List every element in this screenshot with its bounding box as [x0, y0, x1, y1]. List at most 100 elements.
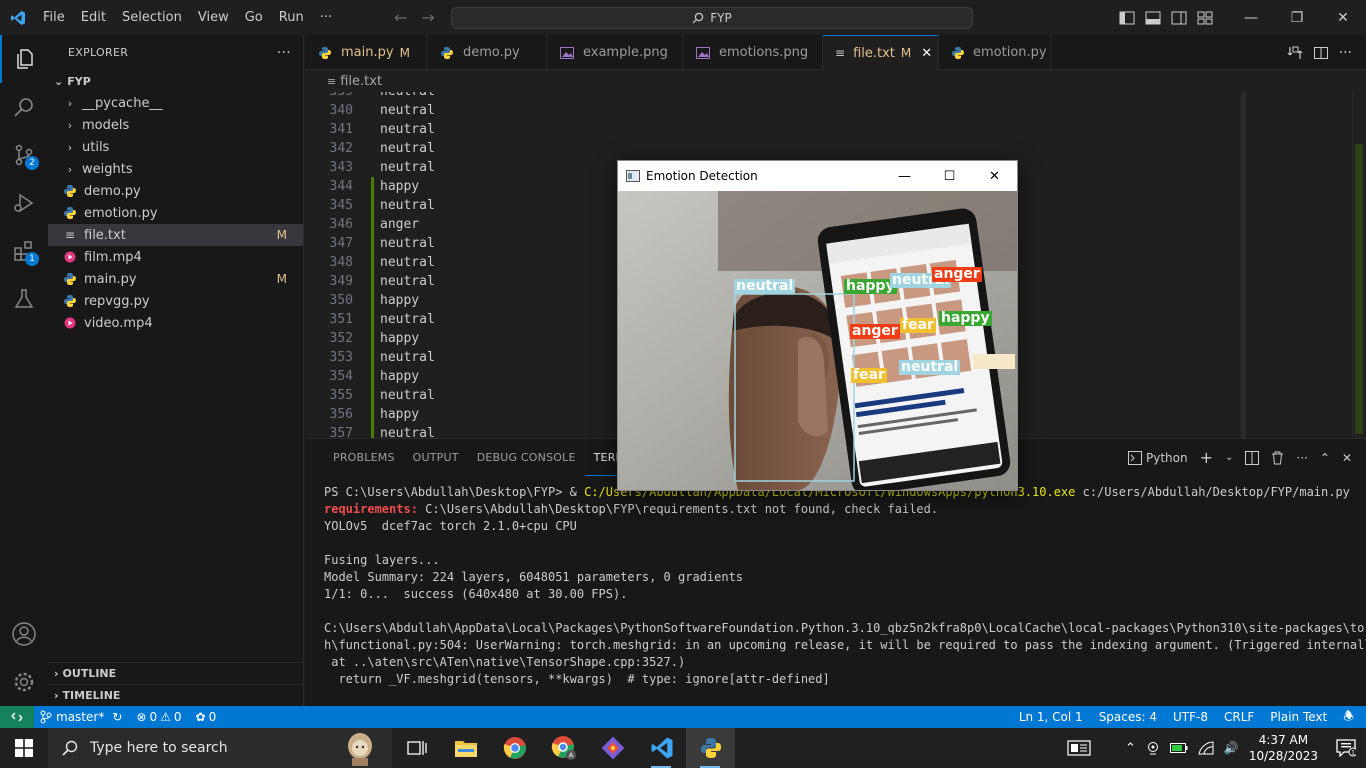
file-explorer-icon[interactable]: [441, 728, 490, 768]
editor-tab[interactable]: example.png: [547, 35, 683, 70]
more-actions-icon[interactable]: ···: [1296, 451, 1307, 465]
chevron-up-icon[interactable]: ⌃: [1125, 741, 1136, 756]
menu-selection[interactable]: Selection: [114, 0, 190, 35]
editor-tab[interactable]: emotion.py: [939, 35, 1051, 70]
language-mode[interactable]: Plain Text: [1270, 710, 1327, 724]
file-tree-item[interactable]: › utils: [48, 136, 303, 158]
emotion-detection-window[interactable]: Emotion Detection — ☐ ✕ neutral happy ne…: [617, 160, 1018, 491]
maximize-button[interactable]: ☐: [927, 161, 972, 191]
minimap[interactable]: [1241, 92, 1246, 438]
minimize-button[interactable]: —: [1228, 0, 1274, 35]
file-tree-item[interactable]: ≡ file.txt M: [48, 224, 303, 246]
toggle-secondary-sidebar-icon[interactable]: [1166, 0, 1192, 35]
terminal-shell-selector[interactable]: Python: [1128, 450, 1188, 465]
encoding[interactable]: UTF-8: [1173, 710, 1208, 724]
battery-icon[interactable]: [1169, 742, 1188, 754]
file-tree-item[interactable]: › models: [48, 114, 303, 136]
outline-section[interactable]: › OUTLINE: [48, 662, 304, 684]
menu-edit[interactable]: Edit: [73, 0, 114, 35]
search-icon[interactable]: [0, 83, 48, 131]
customize-layout-icon[interactable]: [1192, 0, 1218, 35]
editor-tab[interactable]: demo.py: [427, 35, 547, 70]
folder-root[interactable]: ⌄ FYP: [48, 70, 303, 92]
compare-changes-icon[interactable]: [1287, 45, 1303, 61]
python-taskbar-icon[interactable]: [686, 728, 735, 768]
file-tree-item[interactable]: repvgg.py: [48, 290, 303, 312]
indentation[interactable]: Spaces: 4: [1099, 710, 1157, 724]
settings-gear-icon[interactable]: [0, 658, 48, 706]
volume-icon[interactable]: 🔊: [1224, 741, 1239, 755]
chevron-down-icon[interactable]: ⌄: [1225, 452, 1233, 463]
more-actions-icon[interactable]: ···: [1339, 45, 1352, 61]
file-tree-item[interactable]: demo.py: [48, 180, 303, 202]
testing-flask-icon[interactable]: [0, 275, 48, 323]
file-tree-item[interactable]: › __pycache__: [48, 92, 303, 114]
line-ending[interactable]: CRLF: [1224, 710, 1254, 724]
extensions-icon[interactable]: 1: [0, 227, 48, 275]
taskbar-search-box[interactable]: Type here to search: [48, 728, 392, 768]
file-tree-item[interactable]: emotion.py: [48, 202, 303, 224]
split-editor-icon[interactable]: [1313, 45, 1329, 61]
png-file-icon: [695, 46, 711, 59]
close-button[interactable]: ✕: [1320, 0, 1366, 35]
file-tree-item[interactable]: video.mp4: [48, 312, 303, 334]
editor-tab[interactable]: ≡ file.txt M ✕: [823, 35, 939, 70]
terminal-output[interactable]: PS C:\Users\Abdullah\Desktop\FYP> & C:/U…: [324, 484, 1366, 688]
file-tree-item[interactable]: › weights: [48, 158, 303, 180]
editor-tab[interactable]: emotions.png: [683, 35, 823, 70]
timeline-section[interactable]: › TIMELINE: [48, 684, 304, 706]
task-view-icon[interactable]: [392, 728, 441, 768]
source-control-icon[interactable]: 2: [0, 131, 48, 179]
windows-start-icon[interactable]: [0, 728, 48, 768]
webcam-icon[interactable]: [1146, 741, 1160, 755]
editor-scrollbar[interactable]: [1352, 92, 1366, 438]
toggle-sidebar-icon[interactable]: [1114, 0, 1140, 35]
menu-run[interactable]: Run: [271, 0, 312, 35]
problems-indicator[interactable]: ⊗ 0 ⚠ 0: [136, 710, 181, 724]
chrome-icon[interactable]: [490, 728, 539, 768]
emotion-window-titlebar[interactable]: Emotion Detection — ☐ ✕: [618, 161, 1017, 191]
split-terminal-icon[interactable]: [1245, 450, 1260, 465]
explorer-more-button[interactable]: ···: [277, 45, 291, 61]
notification-center-icon[interactable]: 1: [1336, 739, 1356, 757]
branch-indicator[interactable]: master* ↻: [40, 710, 122, 724]
remote-indicator-icon[interactable]: [0, 706, 34, 728]
tab-debug-console[interactable]: DEBUG CONSOLE: [468, 439, 585, 476]
toggle-panel-icon[interactable]: [1140, 0, 1166, 35]
minimize-button[interactable]: —: [882, 161, 927, 191]
windows-taskbar: Type here to search A ⌃ 🔊 4:37 AM 10/28/…: [0, 728, 1366, 768]
menu-view[interactable]: View: [190, 0, 237, 35]
editor-tab[interactable]: main.py M: [305, 35, 427, 70]
wifi-icon[interactable]: [1198, 741, 1214, 755]
menu-more[interactable]: ···: [312, 0, 340, 35]
tab-output[interactable]: OUTPUT: [404, 439, 468, 476]
news-widget-icon[interactable]: [1067, 739, 1091, 757]
menu-go[interactable]: Go: [237, 0, 271, 35]
explorer-icon[interactable]: [0, 35, 48, 83]
back-arrow-icon[interactable]: ←: [394, 8, 407, 27]
trash-icon[interactable]: [1271, 451, 1284, 465]
file-tree-item[interactable]: main.py M: [48, 268, 303, 290]
maximize-panel-icon[interactable]: ⌃: [1320, 451, 1330, 465]
close-tab-icon[interactable]: ✕: [921, 46, 932, 61]
new-terminal-icon[interactable]: +: [1200, 448, 1213, 467]
ports-indicator[interactable]: ✿ 0: [196, 710, 217, 724]
notifications-bell-icon[interactable]: 🕭: [1343, 707, 1354, 728]
git-app-icon[interactable]: [588, 728, 637, 768]
close-button[interactable]: ✕: [972, 161, 1017, 191]
forward-arrow-icon[interactable]: →: [421, 8, 434, 27]
breadcrumb-file[interactable]: file.txt: [340, 74, 382, 89]
accounts-icon[interactable]: [0, 610, 48, 658]
menu-file[interactable]: File: [35, 0, 73, 35]
cursor-position[interactable]: Ln 1, Col 1: [1019, 710, 1083, 724]
close-panel-icon[interactable]: ✕: [1342, 451, 1352, 465]
restore-button[interactable]: ❐: [1274, 0, 1320, 35]
file-tree-item[interactable]: film.mp4: [48, 246, 303, 268]
command-center-search[interactable]: FYP: [451, 7, 973, 29]
sync-icon[interactable]: ↻: [112, 710, 122, 724]
vscode-taskbar-icon[interactable]: [637, 728, 686, 768]
chrome-profile-icon[interactable]: A: [539, 728, 588, 768]
run-debug-icon[interactable]: [0, 179, 48, 227]
tab-problems[interactable]: PROBLEMS: [324, 439, 404, 476]
taskbar-clock[interactable]: 4:37 AM 10/28/2023: [1249, 732, 1318, 764]
